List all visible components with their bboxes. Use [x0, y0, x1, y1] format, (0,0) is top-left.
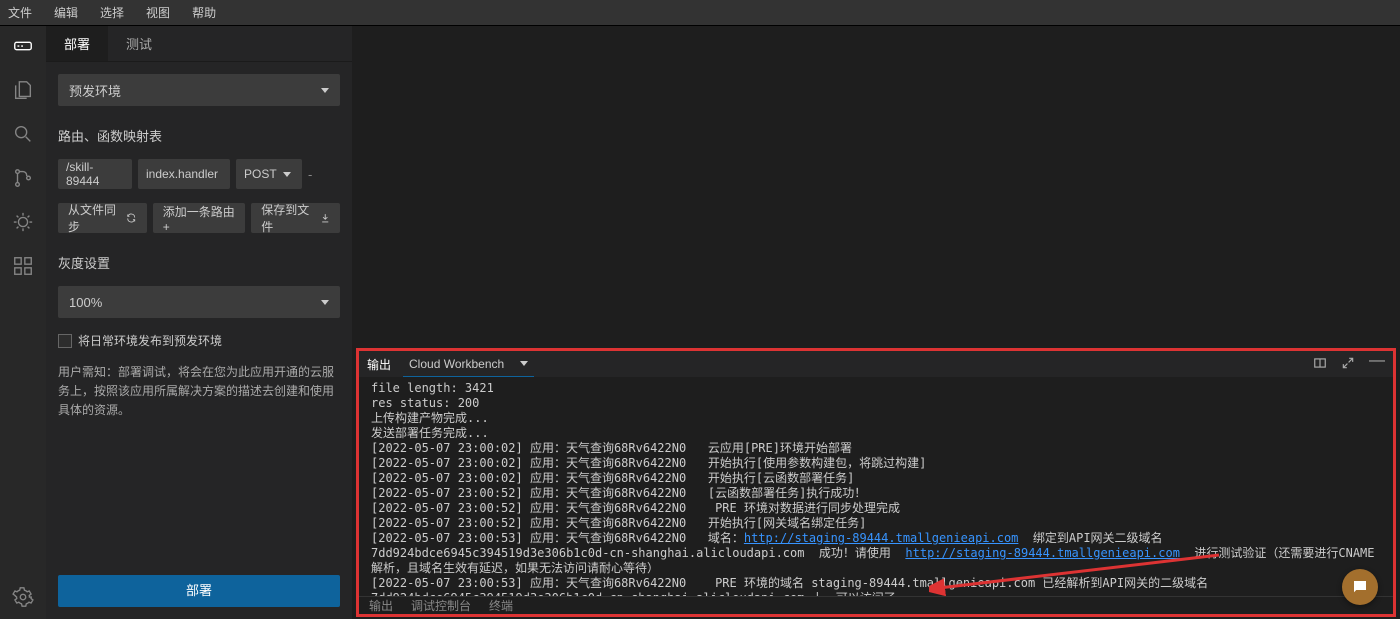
- download-icon: [320, 212, 330, 224]
- refresh-icon: [126, 212, 136, 224]
- route-remove-button[interactable]: -: [308, 167, 312, 182]
- log-line: [2022-05-07 23:00:52] 应用：天气查询68Rv6422N0 …: [371, 516, 866, 530]
- sync-label: 从文件同步: [68, 201, 120, 235]
- route-method-select[interactable]: POST: [236, 159, 302, 189]
- search-icon[interactable]: [11, 122, 35, 146]
- gray-select-value: 100%: [69, 295, 102, 310]
- log-line: [2022-05-07 23:00:52] 应用：天气查询68Rv6422N0 …: [371, 501, 900, 515]
- settings-gear-icon[interactable]: [11, 585, 35, 609]
- output-channel-select[interactable]: Cloud Workbench: [403, 351, 534, 377]
- editor-area: 输出 Cloud Workbench — file length: 3421 r…: [352, 26, 1400, 619]
- sidepanel-tabs: 部署 测试: [46, 26, 352, 62]
- chevron-down-icon: [283, 172, 291, 177]
- files-icon[interactable]: [11, 78, 35, 102]
- user-notice-text: 用户需知：部署调试，将会在您为此应用开通的云服务上，按照该应用所属解决方案的描述…: [58, 363, 340, 421]
- chat-fab-button[interactable]: [1342, 569, 1378, 605]
- menubar: 文件 编辑 选择 视图 帮助: [0, 0, 1400, 26]
- split-panel-icon[interactable]: [1313, 356, 1327, 373]
- output-panel: 输出 Cloud Workbench — file length: 3421 r…: [356, 348, 1396, 617]
- log-link[interactable]: http://staging-89444.tmallgenieapi.com: [744, 531, 1019, 545]
- route-method-value: POST: [244, 167, 277, 181]
- tab-test[interactable]: 测试: [108, 26, 170, 61]
- env-select[interactable]: 预发环境: [58, 74, 340, 106]
- deploy-panel: 预发环境 路由、函数映射表 /skill-89444 index.handler…: [46, 62, 352, 567]
- menu-view[interactable]: 视图: [146, 4, 170, 21]
- output-log[interactable]: file length: 3421 res status: 200 上传构建产物…: [359, 377, 1393, 596]
- tab-deploy[interactable]: 部署: [46, 26, 108, 61]
- publish-checkbox[interactable]: [58, 334, 72, 348]
- log-line: [2022-05-07 23:00:02] 应用：天气查询68Rv6422N0 …: [371, 456, 926, 470]
- log-line: [2022-05-07 23:00:52] 应用：天气查询68Rv6422N0 …: [371, 486, 866, 500]
- chat-icon: [1351, 578, 1369, 596]
- add-route-label: 添加一条路由 +: [163, 203, 236, 234]
- log-line: [2022-05-07 23:00:02] 应用：天气查询68Rv6422N0 …: [371, 441, 852, 455]
- side-panel: 部署 测试 预发环境 路由、函数映射表 /skill-89444 index.h…: [46, 26, 352, 619]
- save-to-file-button[interactable]: 保存到文件: [251, 203, 340, 233]
- save-label: 保存到文件: [261, 201, 313, 235]
- bottom-tab-output[interactable]: 输出: [369, 597, 393, 614]
- chevron-down-icon: [520, 361, 528, 366]
- main-area: 部署 测试 预发环境 路由、函数映射表 /skill-89444 index.h…: [0, 26, 1400, 619]
- route-row: /skill-89444 index.handler POST -: [58, 159, 340, 189]
- gray-section-title: 灰度设置: [58, 253, 340, 272]
- debug-icon[interactable]: [11, 210, 35, 234]
- log-link[interactable]: http://staging-89444.tmallgenieapi.com: [905, 546, 1180, 560]
- log-line: file length: 3421: [371, 381, 494, 395]
- log-line: res status: 200: [371, 396, 479, 410]
- log-line: 上传构建产物完成...: [371, 411, 489, 425]
- add-route-button[interactable]: 添加一条路由 +: [153, 203, 246, 233]
- chevron-down-icon: [321, 300, 329, 305]
- close-panel-icon[interactable]: —: [1369, 356, 1385, 373]
- chevron-down-icon: [321, 88, 329, 93]
- activity-bar: [0, 26, 46, 619]
- menu-help[interactable]: 帮助: [192, 4, 216, 21]
- deploy-button[interactable]: 部署: [58, 575, 340, 607]
- env-select-value: 预发环境: [69, 81, 121, 100]
- log-line: 发送部署任务完成...: [371, 426, 489, 440]
- route-path-input[interactable]: /skill-89444: [58, 159, 132, 189]
- log-line: [2022-05-07 23:00:53] 应用：天气查询68Rv6422N0 …: [371, 531, 744, 545]
- output-tab-label[interactable]: 输出: [367, 356, 391, 373]
- sync-from-file-button[interactable]: 从文件同步: [58, 203, 147, 233]
- source-control-icon[interactable]: [11, 166, 35, 190]
- log-line: [2022-05-07 23:00:02] 应用：天气查询68Rv6422N0 …: [371, 471, 854, 485]
- output-channel-value: Cloud Workbench: [409, 357, 504, 371]
- menu-file[interactable]: 文件: [8, 4, 32, 21]
- menu-select[interactable]: 选择: [100, 4, 124, 21]
- output-panel-header: 输出 Cloud Workbench —: [359, 351, 1393, 377]
- maximize-panel-icon[interactable]: [1341, 356, 1355, 373]
- gray-select[interactable]: 100%: [58, 286, 340, 318]
- cloud-deploy-icon[interactable]: [11, 34, 35, 58]
- bottom-panel-tabs: 输出 调试控制台 终端: [359, 596, 1393, 614]
- extensions-icon[interactable]: [11, 254, 35, 278]
- menu-edit[interactable]: 编辑: [54, 4, 78, 21]
- route-buttons-row: 从文件同步 添加一条路由 + 保存到文件: [58, 203, 340, 233]
- bottom-tab-terminal[interactable]: 终端: [489, 597, 513, 614]
- publish-checkbox-row[interactable]: 将日常环境发布到预发环境: [58, 332, 340, 349]
- routes-section-title: 路由、函数映射表: [58, 126, 340, 145]
- bottom-tab-debug-console[interactable]: 调试控制台: [411, 597, 471, 614]
- publish-checkbox-label: 将日常环境发布到预发环境: [78, 332, 222, 349]
- route-handler-input[interactable]: index.handler: [138, 159, 230, 189]
- log-line: [2022-05-07 23:00:53] 应用：天气查询68Rv6422N0 …: [371, 576, 1215, 596]
